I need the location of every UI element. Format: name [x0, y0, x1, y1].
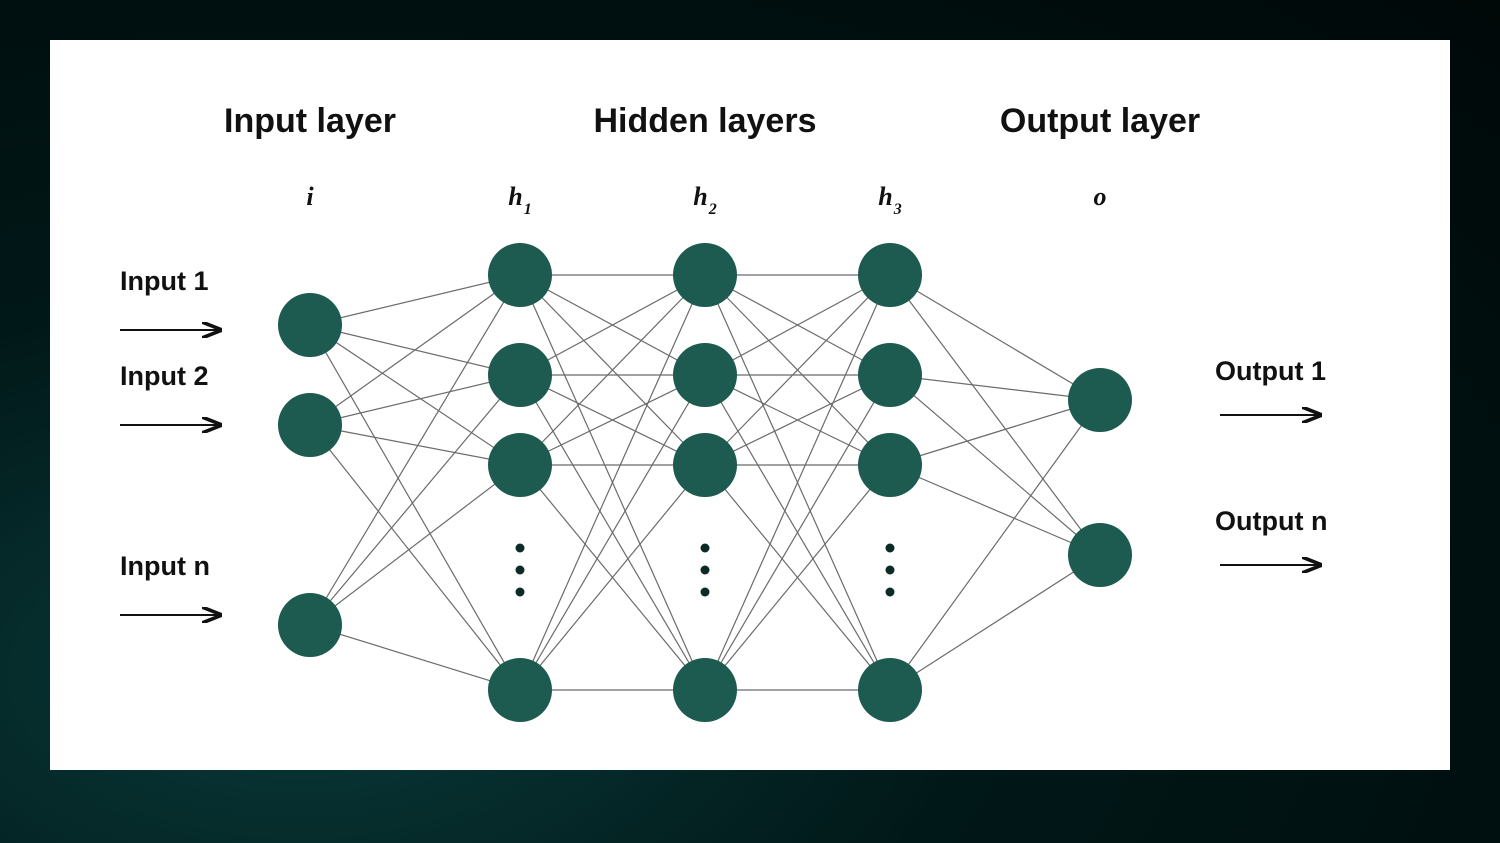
- ellipsis-dot: [701, 566, 710, 575]
- neuron: [278, 593, 342, 657]
- input-label: Input 2: [120, 361, 209, 391]
- output-label: Output 1: [1215, 356, 1326, 386]
- ellipsis-dot: [701, 544, 710, 553]
- diagram-card: Input layer Hidden layers Output layer i h1 h…: [50, 40, 1450, 770]
- neuron-nodes: [278, 243, 1132, 722]
- neuron: [673, 658, 737, 722]
- header-input-layer: Input layer: [224, 102, 396, 140]
- neuron: [673, 243, 737, 307]
- ellipsis-dot: [886, 566, 895, 575]
- ellipsis-dot: [701, 588, 710, 597]
- neuron: [278, 393, 342, 457]
- ellipsis-dot: [516, 544, 525, 553]
- neuron: [488, 433, 552, 497]
- neuron: [858, 243, 922, 307]
- symbol-h2: h2: [693, 182, 716, 218]
- neuron: [858, 658, 922, 722]
- header-hidden-layers: Hidden layers: [594, 102, 817, 140]
- neuron: [673, 433, 737, 497]
- neural-network-diagram: Input layer Hidden layers Output layer i h1 h…: [50, 40, 1450, 770]
- output-label: Output n: [1215, 506, 1327, 536]
- input-label: Input 1: [120, 266, 209, 296]
- neuron: [858, 343, 922, 407]
- ellipsis-dot: [516, 566, 525, 575]
- ellipsis-dot: [516, 588, 525, 597]
- input-label: Input n: [120, 551, 210, 581]
- neuron: [488, 243, 552, 307]
- neuron: [488, 658, 552, 722]
- ellipsis-dot: [886, 588, 895, 597]
- neuron: [858, 433, 922, 497]
- ellipsis-dot: [886, 544, 895, 553]
- neuron: [1068, 368, 1132, 432]
- symbol-o: o: [1094, 182, 1107, 211]
- symbol-h3: h3: [878, 182, 901, 218]
- neuron: [278, 293, 342, 357]
- symbol-h1: h1: [508, 182, 531, 218]
- neuron: [673, 343, 737, 407]
- symbol-i: i: [306, 182, 314, 211]
- neuron: [488, 343, 552, 407]
- header-output-layer: Output layer: [1000, 102, 1200, 140]
- neuron: [1068, 523, 1132, 587]
